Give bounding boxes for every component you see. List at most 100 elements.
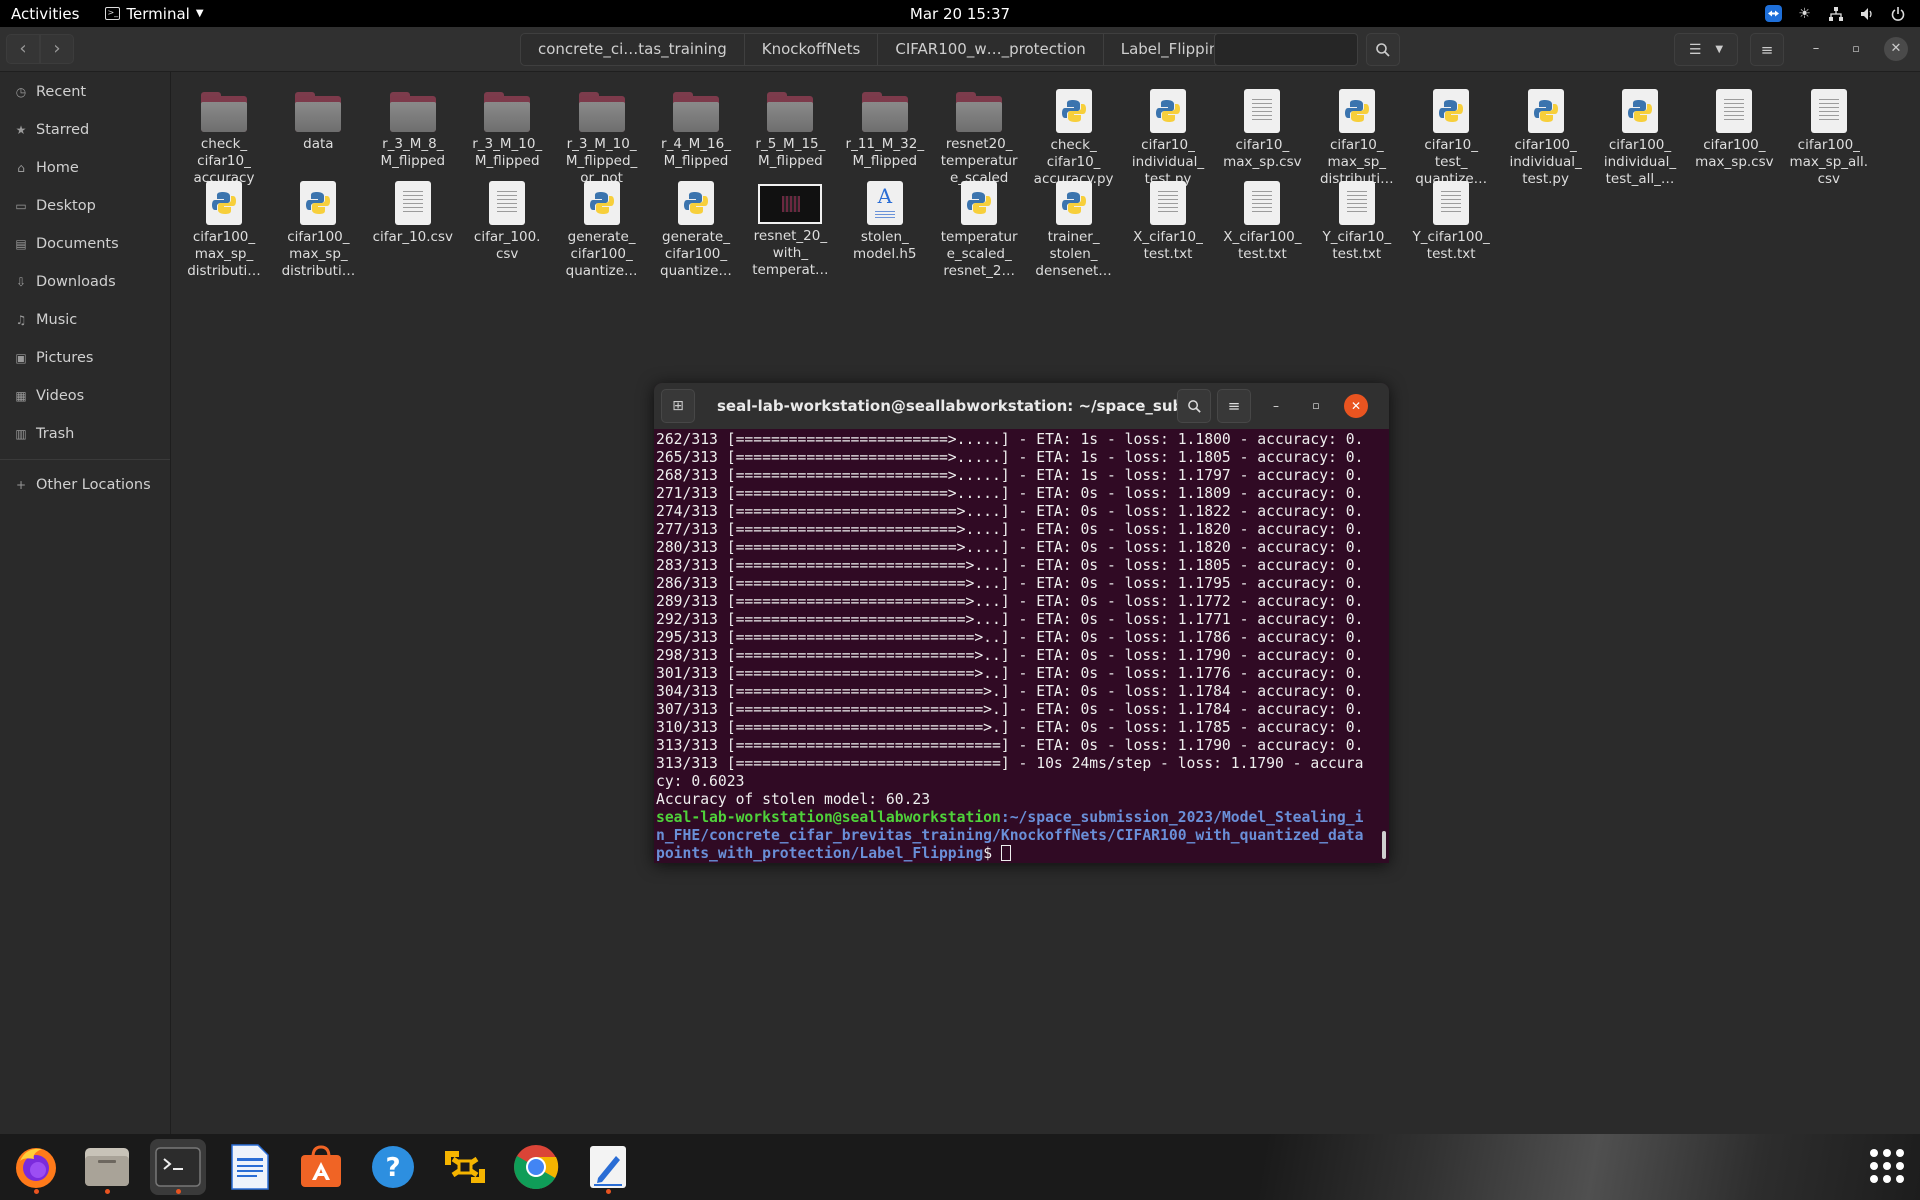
dock-libreoffice-writer[interactable]	[222, 1139, 278, 1195]
forward-button[interactable]: ›	[40, 34, 74, 64]
file-item[interactable]: cifar100_ max_sp_ distributi…	[177, 172, 271, 280]
file-label: cifar_100. csv	[473, 229, 541, 262]
home-icon: ⌂	[17, 161, 25, 175]
clock[interactable]: Mar 20 15:37	[0, 5, 1920, 23]
file-item[interactable]: cifar100_ max_sp.csv	[1687, 80, 1781, 171]
sidebar-item-desktop[interactable]: ▭ Desktop	[0, 187, 170, 225]
teamviewer-icon[interactable]	[1765, 5, 1782, 22]
file-item[interactable]: cifar100_ individual_ test_all_…	[1593, 80, 1687, 188]
sidebar-item-label: Recent	[36, 84, 87, 100]
files-header-bar: ‹ › concrete_ci…tas_training KnockoffNet…	[0, 27, 1920, 72]
new-tab-button[interactable]: ⊞	[661, 389, 695, 423]
terminal-window[interactable]: ⊞ seal-lab-workstation@seallabworkstatio…	[654, 383, 1389, 863]
terminal-minimize-button[interactable]: –	[1264, 394, 1288, 418]
text-editor-icon	[590, 1146, 626, 1188]
sidebar-item-videos[interactable]: ▦ Videos	[0, 377, 170, 415]
file-item[interactable]: trainer_ stolen_ densenet…	[1027, 172, 1121, 280]
sidebar-item-starred[interactable]: ★ Starred	[0, 111, 170, 149]
terminal-close-button[interactable]: ✕	[1344, 394, 1368, 418]
back-button[interactable]: ‹	[6, 34, 40, 64]
file-item[interactable]: Y_cifar10_ test.txt	[1310, 172, 1404, 263]
dock-vmware[interactable]	[437, 1139, 493, 1195]
file-item[interactable]: X_cifar100_ test.txt	[1215, 172, 1309, 263]
file-item[interactable]: generate_ cifar100_ quantize…	[555, 172, 649, 280]
terminal-scrollbar[interactable]	[1382, 831, 1386, 859]
breadcrumb-item[interactable]: CIFAR100_w…_protection	[878, 34, 1104, 65]
file-label: Y_cifar100_ test.txt	[1412, 229, 1490, 262]
dock-terminal[interactable]	[150, 1139, 206, 1195]
file-item[interactable]: Y_cifar100_ test.txt	[1404, 172, 1498, 263]
terminal-line: 307/313 [============================>.]…	[656, 701, 1364, 718]
python-file-icon	[1055, 181, 1092, 225]
folder-item[interactable]: r_11_M_32_ M_flipped	[838, 80, 932, 170]
folder-item[interactable]: r_3_M_10_ M_flipped_ or_not	[555, 80, 649, 187]
file-item[interactable]: cifar_100. csv	[460, 172, 554, 263]
maximize-button[interactable]: ▫	[1844, 37, 1868, 61]
sidebar-item-label: Music	[36, 312, 78, 328]
sidebar-item-documents[interactable]: ▤ Documents	[0, 225, 170, 263]
main-menu-button[interactable]: ≡	[1750, 33, 1784, 66]
volume-icon[interactable]	[1858, 5, 1875, 22]
terminal-maximize-button[interactable]: ▫	[1304, 394, 1328, 418]
power-icon[interactable]	[1889, 5, 1906, 22]
show-applications-icon[interactable]	[1870, 1149, 1904, 1183]
terminal-input-line[interactable]: points_with_protection/Label_Flipping$	[656, 845, 1389, 863]
chrome-icon	[514, 1145, 559, 1189]
sidebar-item-music[interactable]: ♫ Music	[0, 301, 170, 339]
breadcrumb: concrete_ci…tas_training KnockoffNets CI…	[520, 33, 1275, 66]
path-entry[interactable]	[1214, 33, 1358, 66]
terminal-search-button[interactable]	[1177, 389, 1211, 423]
file-item[interactable]: cifar_10.csv	[366, 172, 460, 246]
file-item[interactable]: temperatur e_scaled_ resnet_2…	[932, 172, 1026, 280]
dock-text-editor[interactable]	[580, 1139, 636, 1195]
breadcrumb-item[interactable]: KnockoffNets	[745, 34, 879, 65]
list-view-icon: ☰	[1688, 41, 1702, 58]
folder-item[interactable]: check_ cifar10_ accuracy	[177, 80, 271, 187]
file-item[interactable]: resnet_20_ with_ temperat…	[743, 172, 837, 279]
close-button[interactable]: ✕	[1884, 37, 1908, 61]
file-item[interactable]: cifar100_ max_sp_all. csv	[1782, 80, 1876, 188]
dock-software[interactable]	[293, 1139, 349, 1195]
file-item[interactable]: generate_ cifar100_ quantize…	[649, 172, 743, 280]
sidebar-item-downloads[interactable]: ⇩ Downloads	[0, 263, 170, 301]
terminal-menu-button[interactable]: ≡	[1217, 389, 1251, 423]
app-menu-label: Terminal	[126, 4, 190, 23]
file-item[interactable]: cifar100_ max_sp_ distributi…	[271, 172, 365, 280]
search-button[interactable]	[1366, 33, 1400, 66]
download-icon: ⇩	[15, 275, 27, 289]
dock-files[interactable]	[79, 1139, 135, 1195]
dock-chrome[interactable]	[508, 1139, 564, 1195]
folder-item[interactable]: resnet20_ temperatur e_scaled	[932, 80, 1026, 187]
terminal-icon	[155, 1147, 201, 1187]
sidebar-item-home[interactable]: ⌂ Home	[0, 149, 170, 187]
view-options-button[interactable]: ☰ ▼	[1674, 33, 1738, 66]
file-label: r_3_M_10_ M_flipped	[472, 136, 543, 169]
folder-item[interactable]: data	[271, 80, 365, 153]
file-item[interactable]: X_cifar10_ test.txt	[1121, 172, 1215, 263]
folder-item[interactable]: r_5_M_15_ M_flipped	[743, 80, 837, 170]
file-item[interactable]: cifar10_ max_sp.csv	[1215, 80, 1309, 171]
sidebar-item-trash[interactable]: ▥ Trash	[0, 415, 170, 453]
brightness-icon[interactable]: ☀	[1796, 5, 1813, 22]
python-file-icon	[1338, 89, 1375, 133]
minimize-button[interactable]: –	[1804, 37, 1828, 61]
top-bar: Activities >_ Terminal ▼ Mar 20 15:37 ☀	[0, 0, 1920, 27]
system-tray[interactable]: ☀	[1765, 0, 1906, 27]
dock-help[interactable]: ?	[365, 1139, 421, 1195]
activities-button[interactable]: Activities	[11, 5, 79, 23]
folder-item[interactable]: r_3_M_10_ M_flipped	[460, 80, 554, 170]
file-item[interactable]: Astolen_ model.h5	[838, 172, 932, 263]
app-menu[interactable]: >_ Terminal ▼	[105, 4, 204, 23]
folder-item[interactable]: r_4_M_16_ M_flipped	[649, 80, 743, 170]
sidebar-item-recent[interactable]: ◷ Recent	[0, 73, 170, 111]
terminal-output[interactable]: 262/313 [========================>.....]…	[654, 429, 1389, 863]
folder-item[interactable]: r_3_M_8_ M_flipped	[366, 80, 460, 170]
network-icon[interactable]	[1827, 5, 1844, 22]
dock-firefox[interactable]	[8, 1139, 64, 1195]
sidebar-item-other-locations[interactable]: + Other Locations	[0, 466, 170, 504]
file-item[interactable]: cifar100_ individual_ test.py	[1499, 80, 1593, 188]
sidebar-item-pictures[interactable]: ▣ Pictures	[0, 339, 170, 377]
file-label: cifar10_ max_sp.csv	[1223, 137, 1302, 170]
breadcrumb-item[interactable]: concrete_ci…tas_training	[521, 34, 745, 65]
file-label: r_4_M_16_ M_flipped	[661, 136, 731, 169]
